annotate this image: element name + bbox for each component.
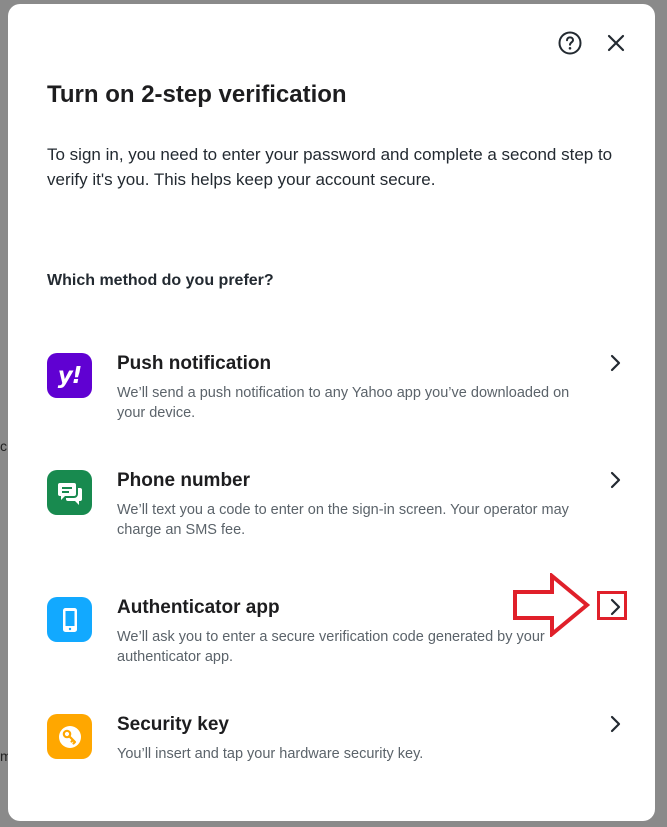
key-icon <box>47 714 92 759</box>
method-description: We’ll text you a code to enter on the si… <box>117 502 569 538</box>
method-description: You’ll insert and tap your hardware secu… <box>117 746 424 762</box>
method-title: Security key <box>117 714 229 735</box>
smartphone-icon <box>47 597 92 642</box>
background-text-fragment: c <box>0 438 7 454</box>
method-phone-number[interactable]: Phone number We’ll text you a code to en… <box>47 470 637 560</box>
method-title: Phone number <box>117 470 251 491</box>
two-step-verification-dialog: Turn on 2-step verification To sign in, … <box>8 4 655 821</box>
method-security-key[interactable]: Security key You’ll insert and tap your … <box>47 714 637 804</box>
method-title: Push notification <box>117 353 272 374</box>
chat-bubble-icon <box>47 470 92 515</box>
chevron-right-icon[interactable] <box>605 714 625 734</box>
dialog-description: To sign in, you need to enter your passw… <box>47 145 613 189</box>
dialog-title: Turn on 2-step verification <box>47 81 347 108</box>
annotation-highlight-box <box>597 591 627 620</box>
help-icon[interactable] <box>557 30 583 56</box>
method-question: Which method do you prefer? <box>47 272 274 289</box>
annotation-arrow-icon <box>513 573 591 637</box>
yahoo-logo-icon: y! <box>47 353 92 398</box>
method-title: Authenticator app <box>117 597 280 618</box>
close-icon[interactable] <box>603 30 629 56</box>
dialog-header-actions <box>557 30 629 56</box>
method-description: We’ll send a push notification to any Ya… <box>117 385 570 421</box>
method-push-notification[interactable]: y! Push notification We’ll send a push n… <box>47 353 637 443</box>
chevron-right-icon[interactable] <box>605 353 625 373</box>
chevron-right-icon[interactable] <box>605 470 625 490</box>
